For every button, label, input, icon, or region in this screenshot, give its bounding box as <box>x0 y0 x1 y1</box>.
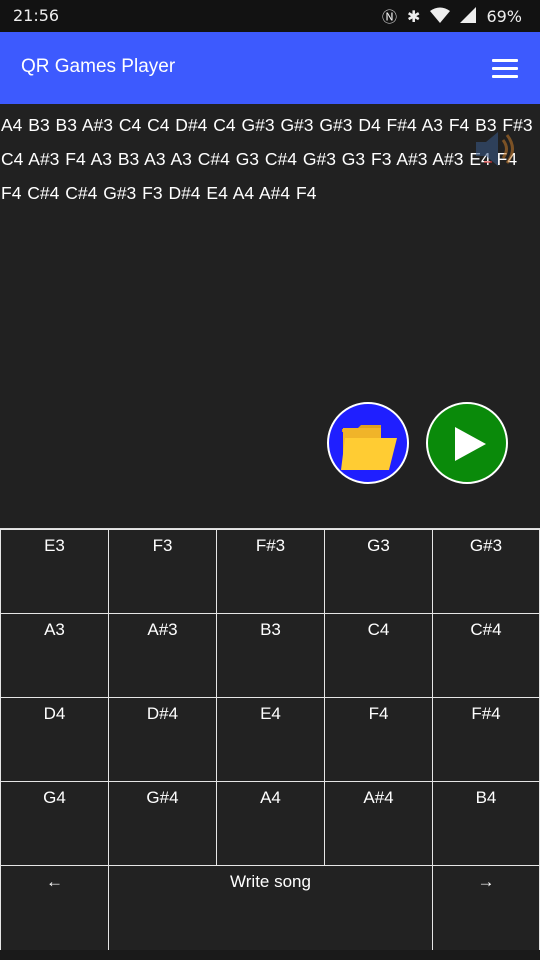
note-key[interactable]: D#4 <box>108 697 217 782</box>
note-key[interactable]: E3 <box>0 529 109 614</box>
play-button[interactable] <box>426 402 508 484</box>
nfc-icon: Ⓝ <box>382 8 398 26</box>
note-key[interactable]: F#3 <box>216 529 325 614</box>
song-notes-text: A4 B3 B3 A#3 C4 C4 D#4 C4 G#3 G#3 G#3 D4… <box>1 115 533 203</box>
status-bar: 21:56 Ⓝ ✱ 69% <box>0 0 540 32</box>
battery-percent: 69% <box>486 7 522 26</box>
status-time: 21:56 <box>13 6 60 25</box>
folder-icon <box>341 425 397 470</box>
write-song-button[interactable]: Write song <box>108 865 433 951</box>
note-key[interactable]: F3 <box>108 529 217 614</box>
note-key[interactable]: A3 <box>0 613 109 698</box>
speaker-icon <box>472 128 522 172</box>
note-key[interactable]: A#3 <box>108 613 217 698</box>
status-icons: Ⓝ ✱ 69% <box>382 6 522 27</box>
note-key[interactable]: F4 <box>324 697 433 782</box>
note-key[interactable]: G#3 <box>432 529 540 614</box>
note-keypad: E3 F3 F#3 G3 G#3 A3 A#3 B3 C4 C#4 D4 D#4… <box>0 528 540 953</box>
bottom-edge <box>0 950 540 960</box>
note-key[interactable]: A4 <box>216 781 325 866</box>
note-key[interactable]: F#4 <box>432 697 540 782</box>
note-key[interactable]: B3 <box>216 613 325 698</box>
left-arrow-button[interactable]: ← <box>0 865 109 951</box>
app-title: QR Games Player <box>21 56 176 77</box>
note-key[interactable]: C4 <box>324 613 433 698</box>
note-key[interactable]: D4 <box>0 697 109 782</box>
note-key[interactable]: C#4 <box>432 613 540 698</box>
note-key[interactable]: A#4 <box>324 781 433 866</box>
signal-icon <box>460 6 477 27</box>
play-icon <box>455 427 486 461</box>
open-folder-button[interactable] <box>327 402 409 484</box>
bluetooth-icon: ✱ <box>407 7 421 26</box>
menu-icon[interactable] <box>492 59 518 79</box>
note-key[interactable]: G3 <box>324 529 433 614</box>
right-arrow-button[interactable]: → <box>432 865 540 951</box>
note-key[interactable]: G#4 <box>108 781 217 866</box>
note-key[interactable]: B4 <box>432 781 540 866</box>
note-key[interactable]: G4 <box>0 781 109 866</box>
note-key[interactable]: E4 <box>216 697 325 782</box>
app-bar: QR Games Player <box>0 32 540 104</box>
wifi-icon <box>430 7 451 27</box>
